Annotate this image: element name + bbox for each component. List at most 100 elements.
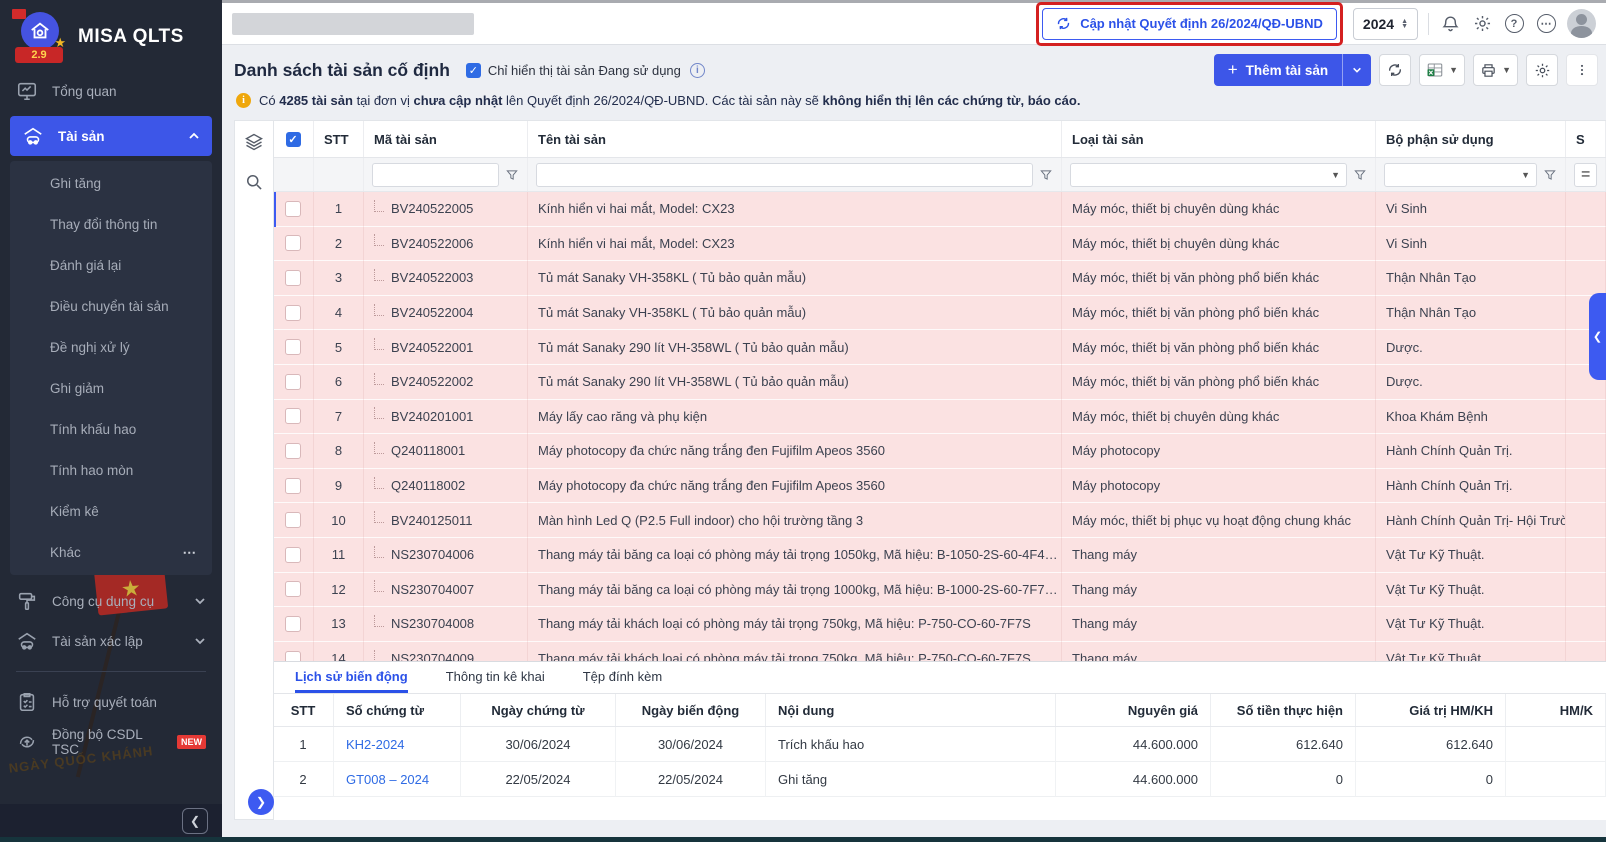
cell-ma-tai-san: NS230704006 bbox=[364, 538, 528, 573]
row-checkbox[interactable] bbox=[285, 512, 301, 528]
sidebar-subitem-1[interactable]: Thay đổi thông tin bbox=[10, 204, 212, 245]
update-decision-button[interactable]: Cập nhật Quyết định 26/2024/QĐ-UBND bbox=[1042, 8, 1337, 40]
sidebar-subitem-8[interactable]: Kiểm kê bbox=[10, 491, 212, 532]
filter-input-clipped[interactable]: = bbox=[1574, 163, 1597, 187]
table-row[interactable]: 5BV240522001Tủ mát Sanaky 290 lít VH-358… bbox=[273, 330, 1606, 365]
row-checkbox[interactable] bbox=[285, 305, 301, 321]
table-row[interactable]: 7BV240201001Máy lấy cao răng và phụ kiện… bbox=[273, 400, 1606, 435]
table-row[interactable]: 8Q240118001Máy photocopy đa chức năng tr… bbox=[273, 434, 1606, 469]
row-checkbox[interactable] bbox=[285, 374, 301, 390]
expand-panel-button[interactable]: ❯ bbox=[248, 789, 274, 815]
row-checkbox[interactable] bbox=[285, 270, 301, 286]
right-panel-toggle[interactable]: ❮ bbox=[1589, 293, 1606, 380]
layers-icon[interactable] bbox=[244, 132, 264, 152]
document-link[interactable]: KH2-2024 bbox=[346, 737, 405, 752]
filter-select-loai[interactable]: ▼ bbox=[1070, 163, 1347, 187]
export-excel-button[interactable]: ▼ bbox=[1419, 54, 1465, 86]
sidebar-subitem-0[interactable]: Ghi tăng bbox=[10, 163, 212, 204]
more-button[interactable]: ⋯ bbox=[1535, 13, 1557, 35]
cell-stt: 5 bbox=[314, 330, 364, 365]
filter-input-ten[interactable] bbox=[536, 163, 1033, 187]
table-row[interactable]: 11NS230704006Thang máy tải băng ca loại … bbox=[273, 538, 1606, 573]
tab-2[interactable]: Tệp đính kèm bbox=[583, 662, 663, 693]
table-row[interactable]: 13NS230704008Thang máy tải khách loại có… bbox=[273, 607, 1606, 642]
cell-loai-tai-san: Máy móc, thiết bị phục vụ hoạt động chun… bbox=[1062, 503, 1376, 538]
table-row[interactable]: 9Q240118002Máy photocopy đa chức năng tr… bbox=[273, 469, 1606, 504]
funnel-icon[interactable] bbox=[505, 168, 519, 182]
sidebar-item-dong-bo-csdl-tsc[interactable]: Đồng bộ CSDL TSC NEW bbox=[0, 722, 222, 762]
add-asset-dropdown[interactable] bbox=[1342, 54, 1371, 86]
avatar[interactable] bbox=[1567, 9, 1596, 38]
new-badge: NEW bbox=[177, 735, 206, 749]
table-row[interactable]: 12NS230704007Thang máy tải băng ca loại … bbox=[273, 573, 1606, 608]
settings-button[interactable] bbox=[1471, 13, 1493, 35]
sidebar-subitem-9[interactable]: Khác⋯ bbox=[10, 532, 212, 573]
in-use-checkbox[interactable]: ✓ bbox=[466, 63, 481, 78]
table-settings-button[interactable] bbox=[1526, 54, 1558, 86]
dcell-nguyen-gia: 44.600.000 bbox=[1056, 762, 1211, 797]
table-row[interactable]: 14NS230704009Thang máy tải khách loại có… bbox=[273, 642, 1606, 662]
funnel-icon[interactable] bbox=[1353, 168, 1367, 182]
col-bo-phan-su-dung[interactable]: Bộ phận sử dụng bbox=[1376, 121, 1566, 157]
row-checkbox[interactable] bbox=[285, 478, 301, 494]
col-stt[interactable]: STT bbox=[314, 121, 364, 157]
sidebar-subitem-5[interactable]: Ghi giảm bbox=[10, 368, 212, 409]
funnel-icon[interactable] bbox=[1543, 168, 1557, 182]
table-row[interactable]: 4BV240522004Tủ mát Sanaky VH-358KL ( Tủ … bbox=[273, 296, 1606, 331]
sidebar-item-ho-tro-quyet-toan[interactable]: Hỗ trợ quyết toán bbox=[0, 682, 222, 722]
col-ten-tai-san[interactable]: Tên tài sản bbox=[528, 121, 1062, 157]
chevron-down-icon bbox=[194, 595, 206, 607]
filter-input-ma[interactable] bbox=[372, 163, 499, 187]
detail-row[interactable]: 2GT008 – 202422/05/202422/05/2024Ghi tăn… bbox=[273, 762, 1606, 797]
help-button[interactable]: ? bbox=[1503, 13, 1525, 35]
cell-clipped bbox=[1566, 469, 1606, 504]
tree-node-icon bbox=[374, 511, 384, 523]
table-row[interactable]: 2BV240522006Kính hiển vi hai mắt, Model:… bbox=[273, 227, 1606, 262]
row-checkbox[interactable] bbox=[285, 201, 301, 217]
sidebar-item-tong-quan[interactable]: Tổng quan bbox=[0, 71, 222, 111]
row-checkbox[interactable] bbox=[285, 581, 301, 597]
year-selector[interactable]: 2024 ▲▼ bbox=[1353, 8, 1418, 40]
table-row[interactable]: 6BV240522002Tủ mát Sanaky 290 lít VH-358… bbox=[273, 365, 1606, 400]
detail-row[interactable]: 1KH2-202430/06/202430/06/2024Trích khấu … bbox=[273, 727, 1606, 762]
row-checkbox[interactable] bbox=[285, 408, 301, 424]
funnel-icon[interactable] bbox=[1039, 168, 1053, 182]
more-options-button[interactable] bbox=[1566, 54, 1598, 86]
sidebar-collapse-button[interactable]: ❮ bbox=[182, 808, 208, 834]
sidebar-item-tai-san[interactable]: Tài sản bbox=[10, 116, 212, 156]
year-stepper[interactable]: ▲▼ bbox=[1401, 19, 1408, 29]
sidebar-subitem-7[interactable]: Tính hao mòn bbox=[10, 450, 212, 491]
table-row[interactable]: 3BV240522003Tủ mát Sanaky VH-358KL ( Tủ … bbox=[273, 261, 1606, 296]
tab-0[interactable]: Lịch sử biến động bbox=[295, 662, 408, 693]
col-loai-tai-san[interactable]: Loại tài sản bbox=[1062, 121, 1376, 157]
cell-clipped bbox=[1566, 400, 1606, 435]
sidebar-subitem-2[interactable]: Đánh giá lại bbox=[10, 245, 212, 286]
col-ma-tai-san[interactable]: Mã tài sản bbox=[364, 121, 528, 157]
sidebar-item-tai-san-xac-lap[interactable]: Tài sản xác lập bbox=[0, 621, 222, 661]
row-checkbox[interactable] bbox=[285, 235, 301, 251]
print-button[interactable]: ▼ bbox=[1473, 54, 1518, 86]
row-checkbox[interactable] bbox=[285, 339, 301, 355]
notifications-button[interactable] bbox=[1439, 13, 1461, 35]
table-row[interactable]: 10BV240125011Màn hình Led Q (P2.5 Full i… bbox=[273, 503, 1606, 538]
document-link[interactable]: GT008 – 2024 bbox=[346, 772, 429, 787]
sidebar-subitem-6[interactable]: Tính khấu hao bbox=[10, 409, 212, 450]
asset-code: BV240522004 bbox=[391, 305, 473, 320]
row-checkbox[interactable] bbox=[285, 616, 301, 632]
col-clipped[interactable]: S bbox=[1566, 121, 1606, 157]
tab-1[interactable]: Thông tin kê khai bbox=[446, 662, 545, 693]
dcell-stt: 2 bbox=[273, 762, 334, 797]
sidebar-item-cong-cu-dung-cu[interactable]: Công cụ dụng cụ bbox=[0, 581, 222, 621]
dcell-ngay-bien-dong: 30/06/2024 bbox=[616, 727, 766, 762]
refresh-button[interactable] bbox=[1379, 54, 1411, 86]
select-all-checkbox[interactable]: ✓ bbox=[286, 132, 301, 147]
sidebar-subitem-4[interactable]: Đề nghị xử lý bbox=[10, 327, 212, 368]
add-asset-button[interactable]: + Thêm tài sản bbox=[1214, 54, 1371, 86]
row-checkbox[interactable] bbox=[285, 547, 301, 563]
table-row[interactable]: 1BV240522005Kính hiển vi hai mắt, Model:… bbox=[273, 192, 1606, 227]
info-icon[interactable]: i bbox=[690, 63, 705, 78]
row-checkbox[interactable] bbox=[285, 443, 301, 459]
sidebar-subitem-3[interactable]: Điều chuyển tài sản bbox=[10, 286, 212, 327]
search-icon[interactable] bbox=[244, 172, 264, 192]
filter-select-bophan[interactable]: ▼ bbox=[1384, 163, 1537, 187]
